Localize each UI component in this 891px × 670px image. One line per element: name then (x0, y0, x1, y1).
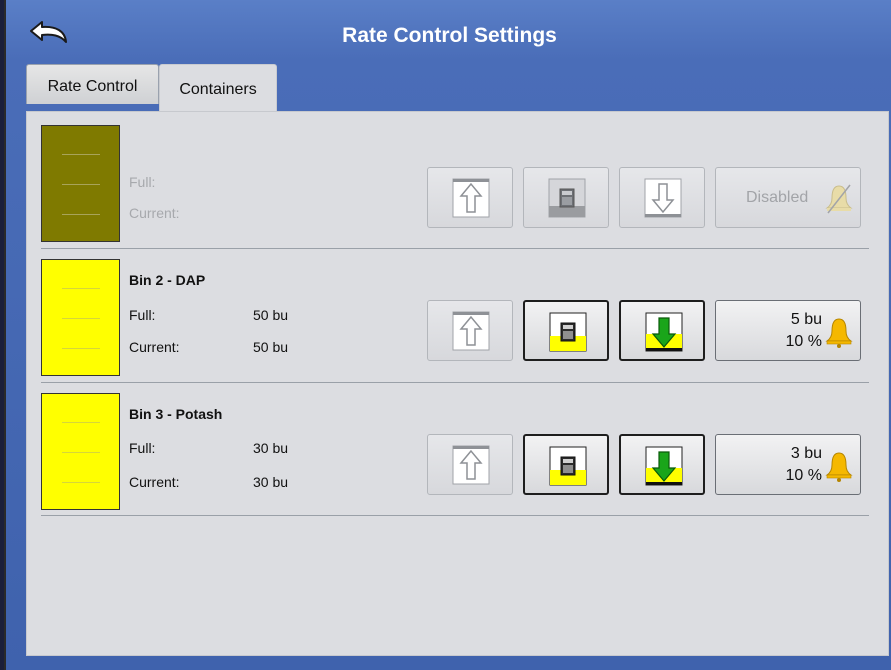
alarm-button[interactable]: Disabled (715, 167, 861, 228)
calculator-icon (548, 178, 586, 218)
full-value: 50 bu (253, 307, 289, 323)
calibrate-button[interactable] (523, 167, 609, 228)
up-arrow-icon (452, 311, 490, 351)
down-arrow-icon (644, 178, 682, 218)
calibrate-button[interactable] (523, 434, 609, 495)
full-label: Full: (129, 174, 156, 190)
title-bar: Rate Control Settings (6, 0, 891, 64)
row-divider (41, 515, 869, 516)
bin-name: Bin 3 - Potash (129, 406, 223, 422)
bell-disabled-icon (825, 184, 853, 214)
calculator-icon (549, 312, 587, 352)
calibrate-button[interactable] (523, 300, 609, 361)
current-label: Current: (129, 474, 180, 490)
bin-name: Bin 2 - DAP (129, 272, 206, 288)
current-label: Current: (129, 339, 180, 355)
current-label: Current: (129, 205, 180, 221)
up-arrow-icon (452, 178, 490, 218)
bin-row: Full: Current: Disabled (27, 112, 890, 244)
fill-down-arrow-icon (645, 446, 683, 486)
alarm-button[interactable]: 3 bu 10 % (715, 434, 861, 495)
alarm-percent: 10 % (785, 467, 822, 484)
calculator-icon (549, 446, 587, 486)
move-down-button[interactable] (619, 167, 705, 228)
alarm-amount: 3 bu (790, 445, 822, 462)
move-up-button[interactable] (427, 300, 513, 361)
up-arrow-icon (452, 445, 490, 485)
bin-row: Bin 3 - Potash Full: 30 bu Current: 30 b… (27, 382, 890, 514)
alarm-button[interactable]: 5 bu 10 % (715, 300, 861, 361)
current-value: 30 bu (253, 474, 289, 490)
alarm-amount: 5 bu (790, 311, 822, 328)
fill-bin-button[interactable] (619, 300, 705, 361)
current-value: 50 bu (253, 339, 289, 355)
bin-level-indicator (41, 125, 120, 242)
move-up-button[interactable] (427, 167, 513, 228)
full-label: Full: (129, 307, 156, 323)
fill-bin-button[interactable] (619, 434, 705, 495)
containers-panel: Full: Current: Disabled Bin 2 - DAP Full… (26, 111, 889, 656)
tab-rate-control[interactable]: Rate Control (26, 64, 159, 104)
bin-level-indicator (41, 393, 120, 510)
fill-down-arrow-icon (645, 312, 683, 352)
bin-level-indicator (41, 259, 120, 376)
alarm-percent: 10 % (785, 333, 822, 350)
bell-icon (825, 452, 853, 482)
page-title: Rate Control Settings (342, 24, 557, 47)
tab-containers[interactable]: Containers (159, 64, 277, 112)
app-window: Rate Control Settings Rate Control Conta… (4, 0, 891, 670)
bell-icon (825, 318, 853, 348)
alarm-status: Disabled (746, 189, 809, 206)
full-label: Full: (129, 440, 156, 456)
move-up-button[interactable] (427, 434, 513, 495)
bin-row: Bin 2 - DAP Full: 50 bu Current: 50 bu 5… (27, 248, 890, 380)
full-value: 30 bu (253, 440, 289, 456)
